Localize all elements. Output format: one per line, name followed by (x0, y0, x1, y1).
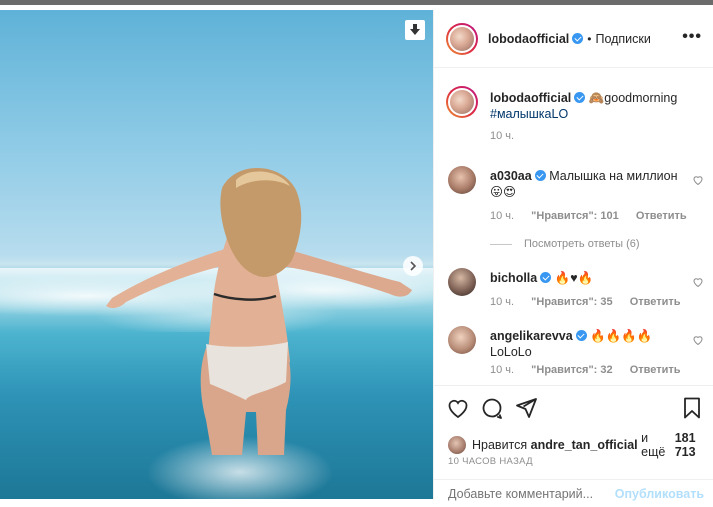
comment-username[interactable]: bicholla (490, 271, 537, 285)
post-timestamp: 10 ЧАСОВ НАЗАД (448, 456, 533, 467)
likes-prefix: Нравится (472, 438, 528, 452)
heart-icon[interactable] (692, 276, 704, 288)
verified-icon (572, 33, 584, 44)
comments-list: lobodaofficial 🙈goodmorning #малышкаLO 1… (434, 68, 713, 384)
caption: lobodaofficial 🙈goodmorning #малышкаLO 1… (446, 86, 706, 146)
reply-button[interactable]: Ответить (630, 364, 681, 376)
likes-summary: Нравится andre_tan_official и ещё 181 71… (448, 431, 713, 459)
comment-text: bicholla 🔥♥🔥 (490, 270, 690, 286)
likes-middle: и ещё (641, 431, 666, 459)
save-image-button[interactable] (405, 20, 425, 40)
avatar[interactable] (448, 326, 476, 354)
verified-icon (574, 92, 586, 103)
comment-likes[interactable]: "Нравится": 32 (531, 364, 612, 376)
avatar[interactable] (448, 166, 476, 194)
comment-time: 10 ч. (490, 364, 515, 376)
heart-icon[interactable] (692, 334, 704, 346)
avatar[interactable] (448, 436, 466, 454)
bookmark-icon[interactable] (680, 396, 704, 420)
comment-meta: 10 ч. "Нравится": 101 Ответить (490, 210, 701, 222)
reply-button[interactable]: Ответить (636, 210, 687, 222)
post-photo[interactable] (0, 10, 433, 499)
heart-icon[interactable] (692, 174, 704, 186)
comment-body: Малышка на миллион (549, 169, 678, 183)
post-header: lobodaofficial • Подписки ••• (434, 10, 713, 68)
comment-text: a030aa Малышка на миллион 😛😍 (490, 168, 690, 200)
paper-plane-icon[interactable] (514, 396, 538, 420)
verified-icon (575, 330, 587, 341)
verified-icon (534, 170, 546, 181)
avatar[interactable] (448, 268, 476, 296)
comment-text: angelikarevva 🔥🔥🔥🔥 LoLoLo (490, 328, 690, 360)
comment-body-line2: LoLoLo (490, 345, 532, 359)
view-replies-label: Посмотреть ответы (6) (524, 238, 640, 250)
comment-time: 10 ч. (490, 210, 515, 222)
caption-avatar[interactable] (446, 86, 478, 118)
comment-time: 10 ч. (490, 296, 515, 308)
list-item: angelikarevva 🔥🔥🔥🔥 LoLoLo 10 ч. "Нравитс… (446, 324, 706, 384)
caption-username[interactable]: lobodaofficial (490, 91, 571, 105)
header-user: lobodaofficial • Подписки (488, 32, 651, 46)
comment-likes[interactable]: "Нравится": 35 (531, 296, 612, 308)
divider (490, 243, 512, 245)
caption-text: lobodaofficial 🙈goodmorning #малышкаLO (490, 90, 690, 122)
post-actions: Нравится andre_tan_official и ещё 181 71… (434, 385, 713, 501)
next-photo-button[interactable] (403, 256, 423, 276)
comment-body: 🔥🔥🔥🔥 (590, 329, 653, 343)
view-replies-button[interactable]: Посмотреть ответы (6) (490, 238, 640, 250)
avatar[interactable] (446, 22, 478, 55)
woman-figure (106, 167, 412, 455)
more-options-icon[interactable]: ••• (682, 28, 702, 46)
comment-likes[interactable]: "Нравится": 101 (531, 210, 619, 222)
comment-meta: 10 ч. "Нравится": 32 Ответить (490, 364, 695, 376)
comment-username[interactable]: angelikarevva (490, 329, 573, 343)
download-arrow-icon (410, 24, 420, 35)
add-comment-bar: Опубликовать (434, 479, 713, 507)
comment-username[interactable]: a030aa (490, 169, 532, 183)
reply-button[interactable]: Ответить (630, 296, 681, 308)
verified-icon (540, 272, 552, 283)
caption-time-text: 10 ч. (490, 130, 515, 142)
separator-dot: • (587, 31, 592, 46)
caption-body: 🙈goodmorning (588, 91, 678, 105)
comment-body-line2: 😛😍 (490, 185, 517, 199)
caption-time: 10 ч. (490, 130, 528, 142)
post-side-panel: lobodaofficial • Подписки ••• lobodaoffi… (433, 10, 713, 501)
following-button[interactable]: Подписки (595, 32, 650, 46)
likes-user-link[interactable]: andre_tan_official (531, 438, 638, 452)
list-item: bicholla 🔥♥🔥 10 ч. "Нравится": 35 Ответи… (446, 266, 706, 316)
header-username[interactable]: lobodaofficial (488, 32, 569, 46)
caption-hashtag[interactable]: #малышкаLO (490, 107, 568, 121)
comment-meta: 10 ч. "Нравится": 35 Ответить (490, 296, 695, 308)
likes-count-link[interactable]: 181 713 (675, 431, 713, 459)
heart-icon[interactable] (446, 396, 470, 420)
chevron-right-icon (410, 261, 417, 271)
list-item: a030aa Малышка на миллион 😛😍 10 ч. "Нрав… (446, 164, 706, 254)
comment-body: 🔥♥🔥 (554, 271, 594, 285)
instagram-post-modal: lobodaofficial • Подписки ••• lobodaoffi… (0, 0, 713, 501)
comment-icon[interactable] (480, 396, 504, 420)
